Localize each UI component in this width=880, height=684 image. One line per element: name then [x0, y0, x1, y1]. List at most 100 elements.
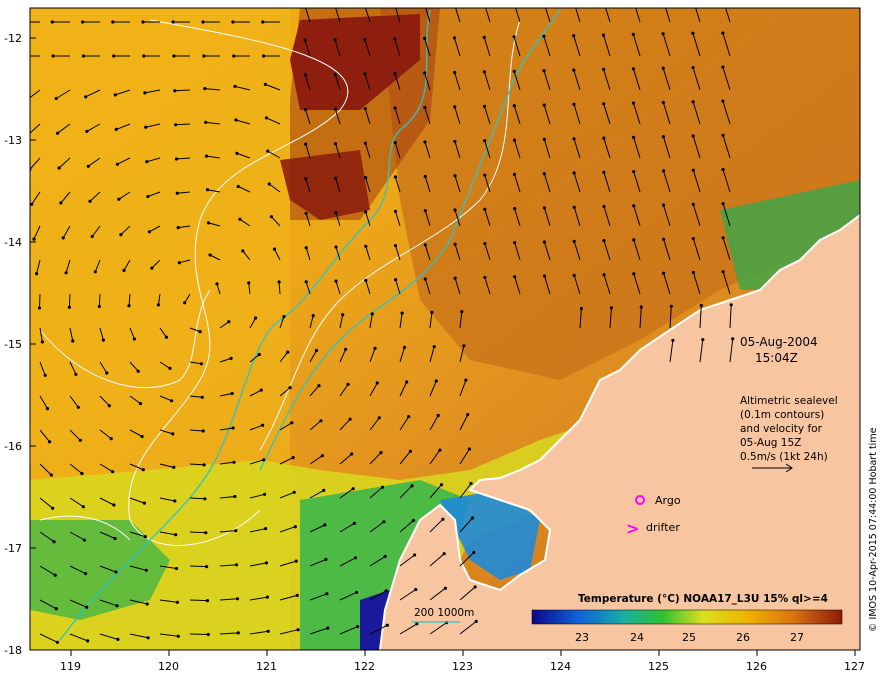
velocity-arrow-head	[467, 447, 471, 451]
velocity-arrow-head	[691, 100, 695, 104]
velocity-arrow-head	[631, 67, 636, 71]
velocity-arrow-head	[472, 550, 476, 555]
velocity-arrow-head	[453, 208, 457, 212]
velocity-arrow-head	[263, 82, 267, 86]
velocity-arrow-head	[322, 488, 326, 492]
svg-text:119: 119	[60, 660, 81, 673]
velocity-arrow-head	[661, 203, 666, 207]
velocity-arrow-head	[288, 386, 292, 390]
velocity-arrow-head	[351, 487, 355, 491]
velocity-arrow-head	[363, 37, 367, 41]
velocity-arrow-head	[632, 0, 635, 2]
velocity-arrow-head	[85, 605, 89, 609]
velocity-arrow-head	[59, 201, 63, 205]
svg-text:-14: -14	[4, 236, 22, 249]
velocity-arrow-head	[71, 339, 75, 343]
velocity-arrow-head	[203, 87, 207, 91]
velocity-arrow-head	[512, 104, 516, 108]
velocity-arrow-head	[173, 89, 177, 93]
velocity-arrow-head	[236, 631, 240, 635]
velocity-arrow-head	[286, 350, 290, 354]
velocity-arrow-head	[45, 407, 50, 411]
velocity-arrow-head	[43, 373, 47, 377]
velocity-arrow-head	[542, 240, 547, 244]
velocity-arrow-head	[267, 182, 271, 186]
velocity-arrow-head	[127, 304, 131, 308]
velocity-arrow-head	[303, 107, 308, 112]
velocity-arrow-head	[84, 95, 88, 99]
velocity-arrow-head	[141, 468, 145, 472]
map-date: 05-Aug-2004	[740, 335, 818, 349]
velocity-arrow-head	[48, 440, 52, 444]
svg-text:126: 126	[746, 660, 767, 673]
velocity-arrow-head	[37, 306, 42, 310]
velocity-arrow-head	[602, 273, 606, 277]
svg-text:(0.1m contours): (0.1m contours)	[740, 409, 824, 421]
velocity-arrow-head	[631, 32, 635, 37]
velocity-arrow-head	[264, 527, 268, 531]
velocity-arrow-head	[272, 247, 277, 251]
velocity-arrow-head	[314, 348, 319, 353]
velocity-arrow-head	[632, 238, 636, 242]
velocity-arrow-head	[78, 438, 82, 442]
velocity-arrow-head	[81, 505, 85, 509]
velocity-arrow-head	[141, 20, 145, 24]
velocity-arrow-head	[572, 171, 576, 175]
velocity-arrow-head	[513, 241, 517, 245]
velocity-arrow-head	[473, 585, 477, 589]
velocity-arrow-head	[112, 503, 116, 507]
velocity-arrow-head	[423, 71, 427, 75]
velocity-arrow-head	[171, 432, 175, 436]
velocity-arrow-head	[344, 347, 348, 351]
velocity-arrow-head	[661, 66, 665, 70]
velocity-arrow-head	[405, 380, 409, 384]
velocity-arrow-head	[482, 70, 486, 74]
velocity-arrow-head	[76, 405, 80, 409]
velocity-arrow-head	[423, 105, 427, 110]
velocity-arrow-head	[304, 142, 308, 146]
velocity-arrow-head	[174, 123, 178, 127]
velocity-arrow-head	[632, 204, 636, 208]
svg-text:-12: -12	[4, 32, 22, 45]
velocity-arrow-head	[460, 310, 464, 314]
velocity-arrow-head	[145, 160, 149, 164]
velocity-arrow-head	[277, 280, 281, 284]
velocity-arrow-head	[52, 540, 56, 544]
velocity-arrow	[189, 531, 206, 534]
velocity-arrow-head	[266, 149, 270, 153]
velocity-arrow-head	[202, 463, 206, 467]
velocity-arrow-head	[51, 506, 55, 510]
velocity-arrow-head	[203, 497, 207, 501]
velocity-arrow-head	[691, 0, 694, 1]
velocity-arrow-head	[572, 102, 576, 106]
velocity-arrow-head	[136, 369, 140, 373]
drifter-marker: >	[626, 519, 639, 538]
drifter-label: drifter	[646, 521, 680, 534]
velocity-arrow-head	[266, 629, 270, 633]
velocity-arrow-head	[325, 592, 329, 596]
velocity-arrow-head	[602, 67, 606, 71]
velocity-arrow-head	[334, 245, 338, 249]
velocity-arrow-head	[53, 573, 57, 577]
velocity-arrow-head	[579, 306, 584, 311]
argo-label: Argo	[655, 494, 681, 507]
velocity-arrow-head	[483, 173, 487, 177]
velocity-arrow-head	[54, 96, 58, 101]
velocity-arrow-head	[438, 448, 442, 452]
velocity-arrow-head	[352, 521, 356, 525]
velocity-arrow-head	[430, 310, 434, 314]
velocity-arrow-head	[408, 449, 412, 453]
velocity-arrow-head	[175, 600, 179, 604]
velocity-arrow-head	[150, 266, 154, 270]
velocity-arrow-head	[138, 402, 143, 406]
velocity-arrow-head	[172, 54, 176, 58]
velocity-arrow-head	[334, 279, 338, 283]
velocity-arrow-head	[572, 273, 576, 277]
velocity-arrow-head	[364, 244, 368, 248]
velocity-arrow-head	[353, 556, 358, 560]
velocity-arrow-head	[423, 2, 426, 5]
map-time: 15:04Z	[755, 351, 798, 365]
velocity-arrow-head	[113, 93, 117, 97]
velocity-arrow-head	[341, 313, 345, 317]
velocity-arrow-head	[356, 625, 360, 629]
